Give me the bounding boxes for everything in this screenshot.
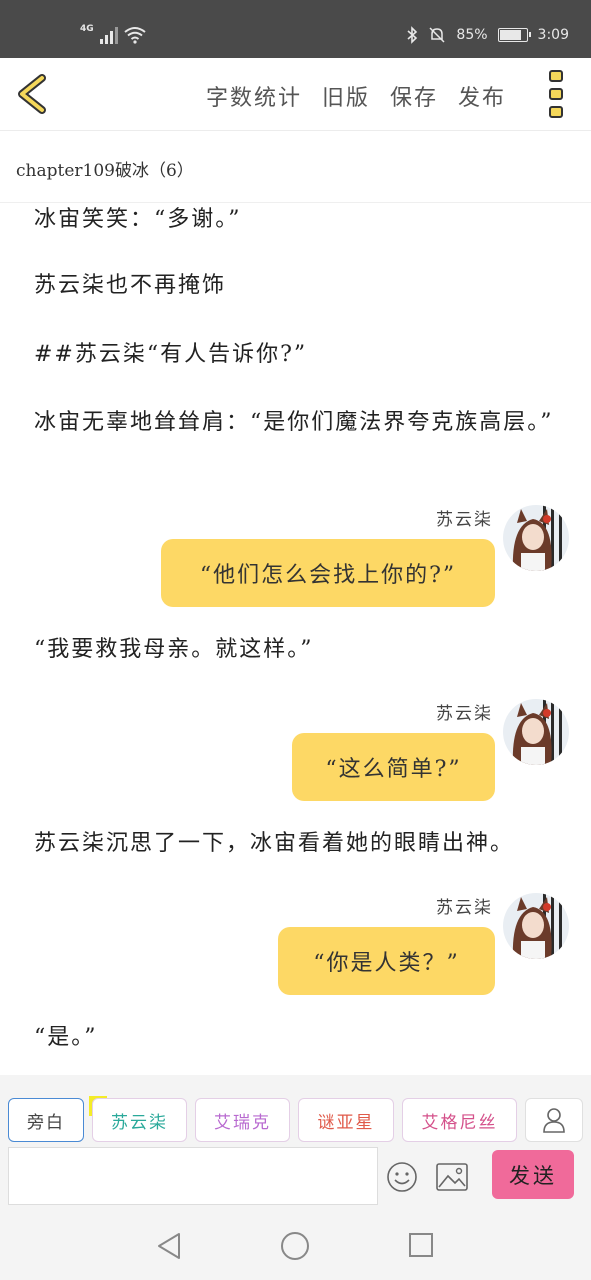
character-avatar-icon [503,505,569,571]
publish-button[interactable]: 发布 [458,80,506,112]
composer-panel: 旁白 主 苏云柒 艾瑞克 谜亚星 艾格尼丝 发送 [0,1075,591,1210]
bluetooth-icon [407,26,418,44]
wifi-icon [124,27,146,44]
message-input[interactable] [8,1147,378,1205]
speaker-name: 苏云柒 [436,510,493,530]
narration-line[interactable]: “我要救我母亲。就这样。” [34,633,554,667]
clock: 3:09 [537,27,569,43]
mute-bell-icon [429,27,445,43]
narration-line[interactable]: 苏云柒也不再掩饰 [34,269,554,303]
dialogue-bubble[interactable]: “你是人类？” [278,927,495,995]
avatar[interactable] [503,505,569,571]
narration-line[interactable]: 苏云柒沉思了一下，冰宙看着她的眼睛出神。 [34,827,554,861]
dialogue-bubble[interactable]: “他们怎么会找上你的?” [161,539,495,607]
narration-line[interactable]: “是。” [34,1021,554,1055]
avatar[interactable] [503,699,569,765]
speaker-name: 苏云柒 [436,704,493,724]
signal-icon [99,24,118,44]
word-count-button[interactable]: 字数统计 [206,80,302,112]
dialogue-bubble[interactable]: “这么简单?” [292,733,495,801]
image-icon[interactable] [436,1163,468,1191]
narration-line[interactable]: ##苏云柒“有人告诉你?” [34,338,554,372]
story-content: 冰宙笑笑：“多谢。” 苏云柒也不再掩饰 ##苏云柒“有人告诉你?” 冰宙无辜地耸… [0,203,591,1075]
chapter-title: chapter109破冰（6） [16,161,194,181]
send-button[interactable]: 发送 [492,1150,574,1199]
editor-header: 字数统计 旧版 保存 发布 [0,58,591,131]
person-icon [543,1108,565,1133]
battery-percent: 85% [456,27,488,43]
status-bar: 4G 85% 3:09 [0,0,591,58]
nav-recents-icon[interactable] [409,1233,433,1257]
character-avatar-icon [503,893,569,959]
emoji-icon[interactable] [386,1161,418,1193]
narration-line[interactable]: 冰宙笑笑：“多谢。” [34,203,554,237]
role-miyaxing-button[interactable]: 谜亚星 [298,1098,394,1142]
role-agnes-button[interactable]: 艾格尼丝 [402,1098,517,1142]
old-version-button[interactable]: 旧版 [322,80,370,112]
speaker-name: 苏云柒 [436,898,493,918]
role-suyunqi-button[interactable]: 苏云柒 [92,1098,187,1142]
toolbar: 字数统计 旧版 保存 发布 [206,80,506,112]
avatar[interactable] [503,893,569,959]
back-arrow-icon[interactable] [12,72,52,116]
network-type: 4G [80,24,94,34]
battery-icon [497,28,531,42]
role-eric-button[interactable]: 艾瑞克 [195,1098,290,1142]
add-role-button[interactable] [525,1098,583,1142]
role-narration-button[interactable]: 旁白 [8,1098,84,1142]
network-indicator: 4G [80,24,146,44]
save-button[interactable]: 保存 [390,80,438,112]
more-menu-icon[interactable] [549,70,567,118]
narration-line[interactable]: 冰宙无辜地耸耸肩：“是你们魔法界夸克族高层。” [34,406,554,440]
nav-back-icon[interactable] [156,1232,182,1260]
system-nav-bar [0,1210,591,1280]
nav-home-icon[interactable] [281,1232,309,1260]
character-avatar-icon [503,699,569,765]
